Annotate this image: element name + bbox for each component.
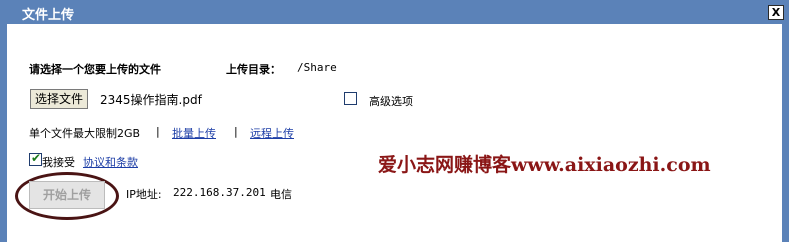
advanced-options-checkbox[interactable] <box>344 92 357 105</box>
separator: | <box>156 125 160 138</box>
dialog-titlebar: 文件上传 X <box>0 0 789 24</box>
upload-dir-value: /Share <box>297 61 337 74</box>
ip-value: 222.168.37.201 <box>173 186 266 199</box>
upload-dir-label: 上传目录： <box>226 63 281 76</box>
selected-file-name: 2345操作指南.pdf <box>100 93 202 107</box>
batch-upload-link[interactable]: 批量上传 <box>172 125 216 141</box>
terms-link[interactable]: 协议和条款 <box>83 154 138 170</box>
choose-file-button[interactable]: 选择文件 <box>30 89 89 109</box>
close-icon[interactable]: X <box>768 5 784 20</box>
dialog-frame-right <box>782 24 789 242</box>
agree-checkbox[interactable]: ✔ <box>29 151 42 166</box>
remote-upload-link[interactable]: 远程上传 <box>250 125 294 141</box>
upload-dialog: 文件上传 X 请选择一个您要上传的文件 上传目录： /Share 选择文件 23… <box>0 0 789 242</box>
upload-prompt: 请选择一个您要上传的文件 <box>29 63 161 76</box>
separator: | <box>234 125 238 138</box>
dialog-frame-left <box>0 24 7 242</box>
watermark-text: 爱小志网赚博客www.aixiaozhi.com <box>378 154 711 176</box>
isp-label: 电信 <box>270 188 292 201</box>
dialog-title: 文件上传 <box>22 8 75 23</box>
ip-label: IP地址: <box>126 188 162 201</box>
agree-label: 我接受 <box>42 156 75 169</box>
start-upload-button[interactable]: 开始上传 <box>29 181 105 209</box>
file-size-limit-text: 单个文件最大限制2GB <box>29 127 141 140</box>
advanced-options-label: 高级选项 <box>369 95 413 108</box>
check-icon: ✔ <box>31 151 42 165</box>
